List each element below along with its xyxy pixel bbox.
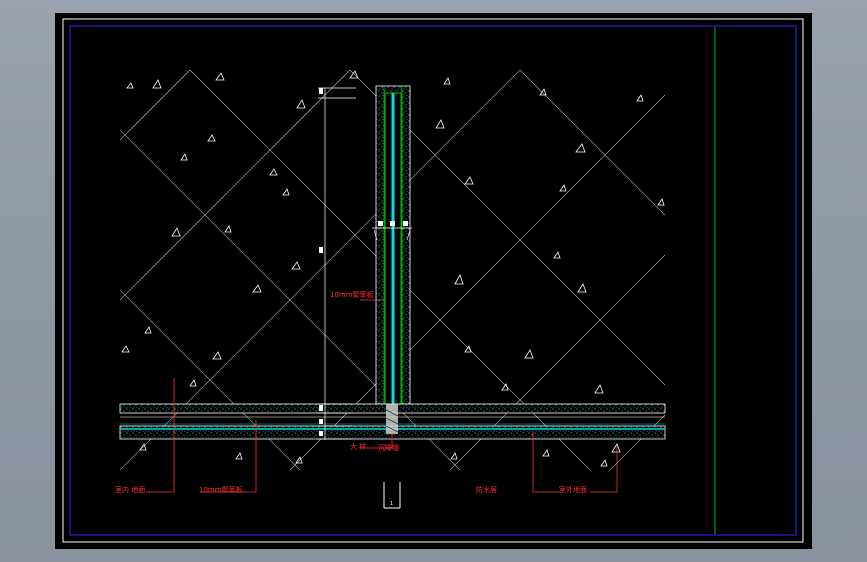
label-polystyrene-wall: 10mm聚苯板 xyxy=(330,290,374,299)
label-polystyrene-bottom: 10mm聚苯板 xyxy=(199,485,243,494)
label-settlement-joint: 沉降缝 xyxy=(378,443,399,452)
label-joint-prefix: 大 样 xyxy=(350,442,366,451)
label-waterproof: 防水层 xyxy=(476,485,497,494)
label-indoor-floor: 室内 地面 xyxy=(115,485,145,494)
label-outdoor-floor: 室外地面 xyxy=(559,485,587,494)
wall-section xyxy=(372,85,412,405)
section-number: 1 xyxy=(390,501,393,507)
cad-drawing: 室内 地面 10mm聚苯板 10mm聚苯板 大 样 沉降缝 防水层 室外地面 1 xyxy=(62,18,804,543)
floor-slab xyxy=(119,403,666,440)
inner-frame xyxy=(69,25,797,536)
dimension-vertical xyxy=(318,87,356,440)
